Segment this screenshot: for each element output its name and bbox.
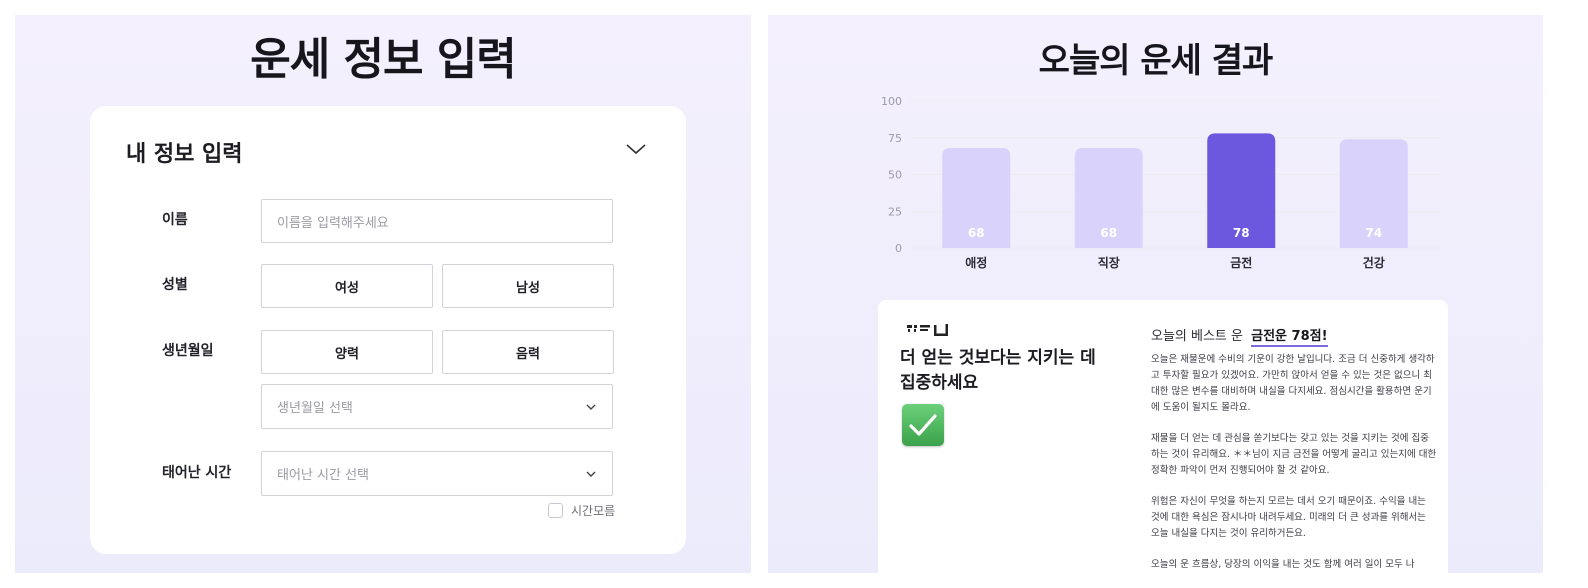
time-unknown-label: 시간모름: [571, 504, 616, 518]
y-tick-label: 50: [888, 169, 902, 182]
fortune-score-chart: 0 25 50 75 100 68 애정 68 직장 78 금전 74 건강: [881, 95, 1440, 270]
gender-male-button[interactable]: 남성: [442, 264, 614, 308]
solar-calendar-button[interactable]: 양력: [261, 330, 433, 374]
gender-female-button[interactable]: 여성: [261, 264, 433, 308]
my-info-card: 내 정보 입력 이름 이름을 입력해주세요 성별 여성 남성 생년월일 양력 음…: [90, 106, 686, 554]
chevron-down-icon: [586, 471, 596, 477]
y-tick-label: 25: [888, 205, 902, 218]
card-title: 내 정보 입력: [126, 142, 243, 167]
birth-time-label: 태어난 시간: [162, 465, 232, 481]
birthdate-select[interactable]: 생년월일 선택: [261, 384, 613, 429]
best-luck-value: 금전운 78점!: [1251, 329, 1328, 347]
bar-value-label: 78: [1233, 226, 1250, 240]
y-tick-label: 100: [881, 95, 902, 108]
time-unknown-checkbox[interactable]: 시간모름: [548, 502, 615, 519]
result-paragraph: 위험은 자신이 무엇을 하는지 모르는 데서 오기 때문이죠. 수익을 내는 것…: [1151, 496, 1426, 539]
fortune-input-panel: 운세 정보 입력 내 정보 입력 이름 이름을 입력해주세요 성별 여성 남성 …: [15, 15, 751, 573]
y-tick-label: 75: [888, 132, 902, 145]
bar-value-label: 68: [1100, 226, 1117, 240]
result-paragraph: 오늘은 재물운에 수비의 기운이 강한 날입니다. 조금 더 신중하게 생각하고…: [1151, 354, 1435, 413]
result-paragraph: 재물을 더 얻는 데 관심을 쏟기보다는 갖고 있는 것을 지키는 것에 집중하…: [1151, 433, 1437, 476]
gender-label: 성별: [162, 277, 188, 293]
x-tick-label: 금전: [1230, 255, 1252, 270]
x-tick-label: 애정: [965, 255, 987, 270]
y-tick-label: 0: [895, 242, 902, 255]
birthdate-select-value: 생년월일 선택: [277, 401, 353, 416]
bar-value-label: 68: [968, 226, 985, 240]
birthdate-label: 생년월일: [162, 343, 214, 359]
birth-time-select[interactable]: 태어난 시간 선택: [261, 451, 613, 496]
check-mark-icon: [902, 404, 944, 446]
fortune-result-panel: 오늘의 운세 결과 0 25 50 75 100 68 애정 68 직장 78 금전 74 건강 더 얻…: [768, 15, 1543, 573]
checkbox-box[interactable]: [548, 503, 563, 518]
result-headline: 더 얻는 것보다는 지키는 데 집중하세요: [900, 348, 1096, 393]
birth-time-select-value: 태어난 시간 선택: [277, 468, 369, 483]
bar-value-label: 74: [1365, 226, 1382, 240]
result-card: 더 얻는 것보다는 지키는 데 집중하세요 오늘의 베스트 운 금전운 78점!…: [878, 300, 1448, 573]
name-input[interactable]: 이름을 입력해주세요: [261, 199, 613, 243]
x-tick-label: 건강: [1363, 255, 1385, 270]
result-title: 오늘의 운세 결과: [1038, 41, 1274, 81]
lunar-calendar-button[interactable]: 음력: [442, 330, 614, 374]
chevron-down-icon[interactable]: [625, 138, 647, 160]
x-tick-label: 직장: [1098, 255, 1120, 270]
best-luck-line: 오늘의 베스트 운 금전운 78점!: [1151, 325, 1328, 347]
brand-logo-icon: [907, 324, 948, 336]
name-label: 이름: [162, 212, 188, 228]
result-paragraph: 오늘의 운 흐름상, 당장의 이익을 내는 것도 함께 여러 일이 모두 나: [1151, 559, 1415, 570]
best-luck-prefix: 오늘의 베스트 운: [1151, 329, 1243, 344]
chevron-down-icon: [586, 404, 596, 410]
page-title: 운세 정보 입력: [250, 34, 517, 85]
result-description: 오늘은 재물운에 수비의 기운이 강한 날입니다. 조금 더 신중하게 생각하고…: [1151, 352, 1437, 573]
